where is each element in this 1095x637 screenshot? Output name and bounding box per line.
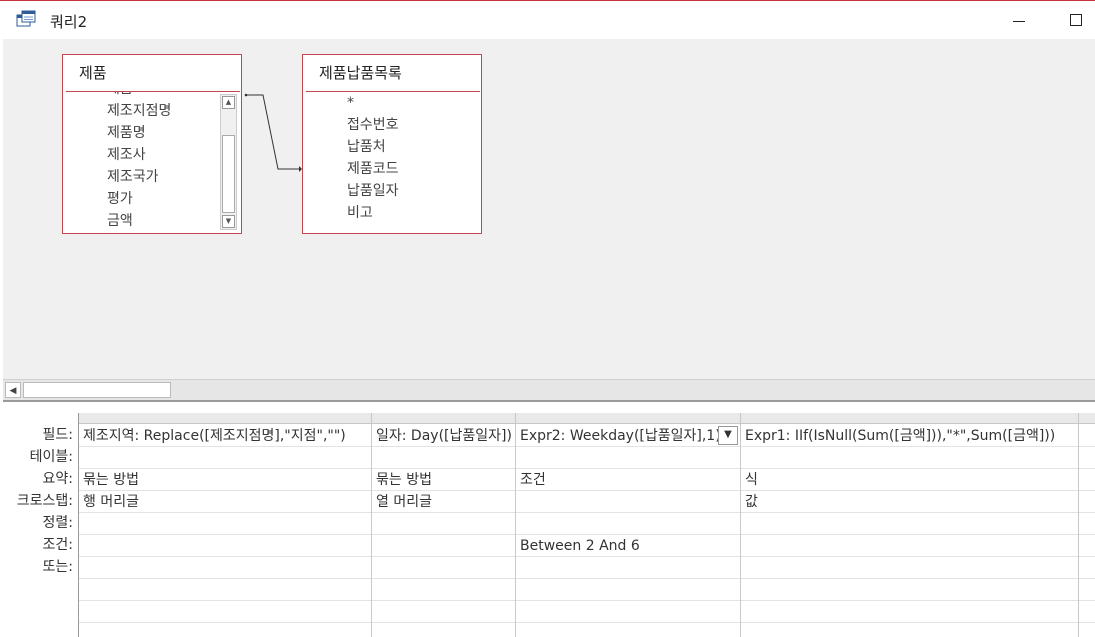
field-item[interactable]: 평가 xyxy=(107,188,171,210)
scroll-up-icon[interactable]: ▲ xyxy=(222,96,235,109)
grid-row-line xyxy=(79,622,1095,623)
field-item[interactable]: 제품 xyxy=(107,92,171,100)
field-item[interactable]: 제조사 xyxy=(107,144,171,166)
row-label-crosstab: 크로스탭: xyxy=(16,493,73,509)
query-icon xyxy=(16,10,36,28)
grid-cell-total[interactable]: 식 xyxy=(741,469,1078,491)
row-label-sort: 정렬: xyxy=(42,515,73,531)
field-list-viewport: 제품 제조지점명 제품명 제조사 제조국가 평가 금액 xyxy=(63,92,219,233)
field-list-table-delivery[interactable]: 제품납품목록 * 접수번호 납품처 제품코드 납품일자 비고 xyxy=(302,54,482,234)
grid-cell-sort[interactable] xyxy=(372,513,515,535)
row-label-criteria: 조건: xyxy=(42,537,73,553)
chevron-down-icon[interactable]: ▼ xyxy=(718,426,738,445)
field-item[interactable]: 납품처 xyxy=(347,136,399,158)
row-labels: 필드: 테이블: 요약: 크로스탭: 정렬: 조건: 또는: xyxy=(0,406,78,578)
grid-cell-table[interactable] xyxy=(741,447,1078,469)
row-label-total: 요약: xyxy=(42,471,73,487)
grid-cell-table[interactable] xyxy=(79,447,371,469)
grid-cell-crosstab[interactable]: 값 xyxy=(741,491,1078,513)
grid-cell-criteria[interactable]: Between 2 And 6 xyxy=(516,535,740,557)
row-label-table: 테이블: xyxy=(29,449,73,465)
table-title[interactable]: 제품 xyxy=(63,55,107,91)
grid-cell-total[interactable]: 묶는 방법 xyxy=(372,469,515,491)
grid-cell-or[interactable] xyxy=(741,557,1078,579)
row-label-or: 또는: xyxy=(42,559,73,575)
field-item[interactable]: 제조국가 xyxy=(107,166,171,188)
grid-cell-or[interactable] xyxy=(372,557,515,579)
grid-cell-table[interactable] xyxy=(516,447,740,469)
grid-row-line xyxy=(79,600,1095,601)
grid-cell-criteria[interactable] xyxy=(372,535,515,557)
field-item[interactable]: 납품일자 xyxy=(347,180,399,202)
scroll-down-icon[interactable]: ▼ xyxy=(222,215,235,228)
vertical-scrollbar[interactable]: ▲ ▼ xyxy=(220,94,237,230)
query-design-window: 쿼리2 제품 제품 제조지점명 제품명 제조사 제조국가 평가 금액 ▲ xyxy=(0,0,1095,637)
grid-cell-or[interactable] xyxy=(79,557,371,579)
grid-cell-field[interactable]: 제조지역: Replace([제조지점명],"지점","") xyxy=(79,425,371,447)
field-item[interactable]: 제품코드 xyxy=(347,158,399,180)
scroll-thumb[interactable] xyxy=(23,382,171,398)
column-separator[interactable] xyxy=(1078,413,1079,637)
minimize-button[interactable] xyxy=(1004,7,1034,33)
table-design-area[interactable]: 제품 제품 제조지점명 제품명 제조사 제조국가 평가 금액 ▲ ▼ xyxy=(3,39,1095,379)
field-item[interactable]: 금액 xyxy=(107,210,171,232)
grid-cell-crosstab[interactable]: 열 머리글 xyxy=(372,491,515,513)
grid-cell-total[interactable]: 묶는 방법 xyxy=(79,469,371,491)
field-item[interactable]: 제품명 xyxy=(107,122,171,144)
grid-cell-crosstab[interactable]: 행 머리글 xyxy=(79,491,371,513)
grid-cell-sort[interactable] xyxy=(741,513,1078,535)
grid-cell-criteria[interactable] xyxy=(741,535,1078,557)
scroll-left-icon[interactable]: ◀ xyxy=(5,382,21,398)
maximize-button[interactable] xyxy=(1061,7,1091,33)
title-bar: 쿼리2 xyxy=(0,1,1095,39)
field-list-table-product[interactable]: 제품 제품 제조지점명 제품명 제조사 제조국가 평가 금액 ▲ ▼ xyxy=(62,54,242,234)
column-selector-bar[interactable] xyxy=(79,413,1095,424)
grid-cell-criteria[interactable] xyxy=(79,535,371,557)
window-title: 쿼리2 xyxy=(50,13,88,31)
query-design-grid: 필드: 테이블: 요약: 크로스탭: 정렬: 조건: 또는: 제조지역: Rep… xyxy=(0,406,1095,637)
horizontal-scrollbar[interactable]: ◀ xyxy=(3,379,1095,400)
grid-cell-crosstab[interactable] xyxy=(516,491,740,513)
grid-cell-table[interactable] xyxy=(372,447,515,469)
field-item[interactable]: 제조지점명 xyxy=(107,100,171,122)
grid-cell-field[interactable]: 일자: Day([납품일자]) xyxy=(372,425,515,447)
grid-cell-sort[interactable] xyxy=(516,513,740,535)
scroll-thumb[interactable] xyxy=(222,135,235,213)
table-title[interactable]: 제품납품목록 xyxy=(303,55,402,91)
join-line[interactable] xyxy=(242,89,304,179)
grid-cell-sort[interactable] xyxy=(79,513,371,535)
grid-cell-field[interactable]: Expr1: IIf(IsNull(Sum([금액])),"*",Sum([금액… xyxy=(741,425,1078,447)
field-item[interactable]: 비고 xyxy=(347,202,399,224)
grid-cell-or[interactable] xyxy=(516,557,740,579)
field-item[interactable]: * xyxy=(347,92,399,114)
field-item[interactable]: 접수번호 xyxy=(347,114,399,136)
field-list: * 접수번호 납품처 제품코드 납품일자 비고 xyxy=(347,92,399,224)
row-label-field: 필드: xyxy=(42,427,73,443)
grid-cell-total[interactable]: 조건 xyxy=(516,469,740,491)
grid-cell-field[interactable]: Expr2: Weekday([납품일자],1) xyxy=(516,425,718,447)
field-list: 제품 제조지점명 제품명 제조사 제조국가 평가 금액 xyxy=(107,92,171,232)
